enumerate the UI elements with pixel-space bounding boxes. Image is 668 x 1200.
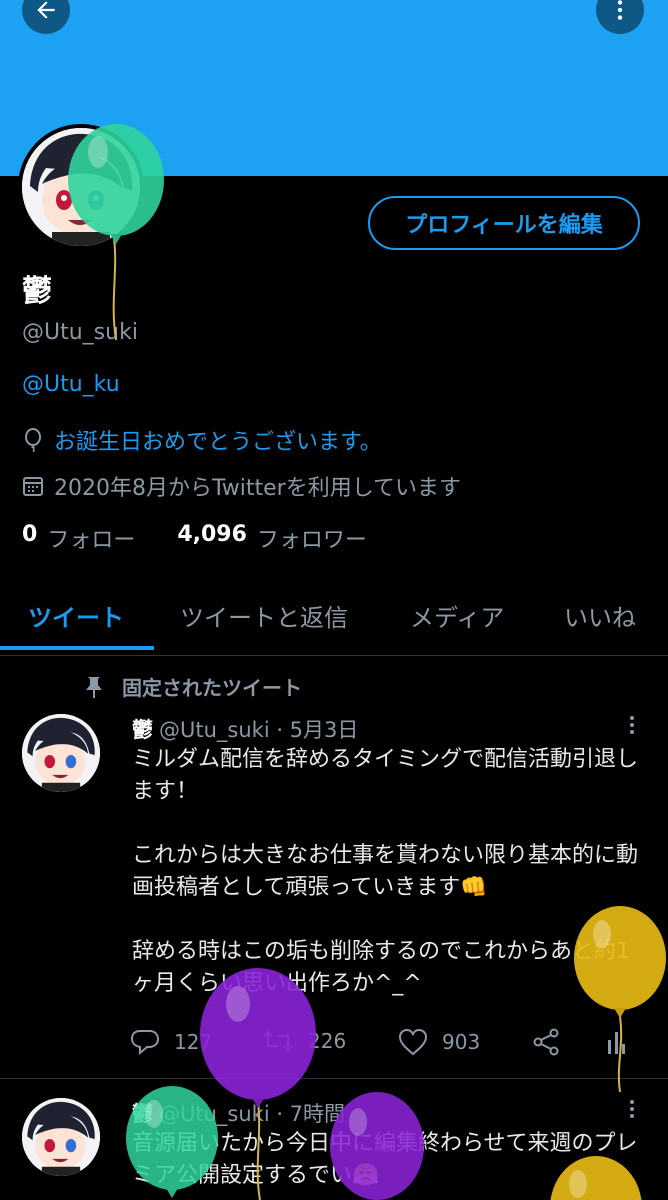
display-name: 鬱 — [22, 274, 52, 309]
tweet-avatar[interactable] — [22, 714, 100, 792]
pin-icon — [86, 676, 102, 698]
joined-text: 2020年8月からTwitterを利用しています — [54, 476, 462, 501]
pinned-indicator: 固定されたツイート — [84, 672, 302, 701]
more-vertical-icon — [617, 0, 623, 20]
tweet-handle-time: @Utu_suki · 5月3日 — [159, 718, 359, 742]
birthday-row: お誕生日おめでとうございます。 — [22, 424, 382, 456]
joined-row: 2020年8月からTwitterを利用しています — [22, 470, 461, 502]
tweet-header: 鬱 @Utu_suki · 5月3日 — [132, 714, 358, 744]
balloon-icon — [25, 428, 41, 452]
calendar-icon — [23, 477, 43, 496]
tab-likes[interactable]: いいね — [564, 598, 636, 633]
balloon-green-large — [68, 124, 164, 341]
balloon-purple-small — [330, 1092, 424, 1200]
tweet-divider — [0, 1078, 668, 1079]
birthday-text: お誕生日おめでとうございます。 — [54, 430, 382, 455]
following-label[interactable]: フォロー — [47, 522, 135, 554]
balloon-yellow — [574, 906, 666, 1092]
like-count: 903 — [442, 1030, 481, 1054]
active-tab-indicator — [0, 646, 154, 650]
followers-count[interactable]: 4,096 — [177, 522, 247, 554]
tab-media[interactable]: メディア — [410, 598, 504, 633]
like-button[interactable]: 903 — [398, 1028, 480, 1056]
avatar-illustration — [22, 714, 100, 792]
tweet-more-button[interactable] — [628, 716, 636, 734]
followers-label[interactable]: フォロワー — [257, 522, 367, 554]
follow-stats: 0 フォロー 4,096 フォロワー — [22, 522, 367, 554]
tab-tweets[interactable]: ツイート — [28, 598, 124, 633]
tweet-author-name[interactable]: 鬱 — [132, 718, 153, 742]
edit-profile-button[interactable]: プロフィールを編集 — [368, 196, 640, 250]
tweet-text: ミルダム配信を辞めるタイミングで配信活動引退します！ これからは大きなお仕事を貰… — [132, 747, 639, 996]
bio-mention-link[interactable]: @Utu_ku — [22, 372, 120, 397]
following-count[interactable]: 0 — [22, 522, 37, 554]
avatar-illustration — [22, 1098, 100, 1176]
share-button[interactable] — [532, 1028, 560, 1056]
reply-icon — [130, 1030, 160, 1056]
arrow-left-icon — [37, 1, 55, 19]
balloon-green-small — [126, 1086, 218, 1198]
tweet-more-button[interactable] — [628, 1100, 636, 1118]
pinned-label: 固定されたツイート — [122, 676, 302, 700]
share-icon — [533, 1028, 559, 1056]
heart-icon — [398, 1028, 428, 1056]
tweet-avatar[interactable] — [22, 1098, 100, 1176]
tab-tweets-and-replies[interactable]: ツイートと返信 — [180, 598, 348, 633]
balloon-yellow-partial — [550, 1156, 642, 1200]
